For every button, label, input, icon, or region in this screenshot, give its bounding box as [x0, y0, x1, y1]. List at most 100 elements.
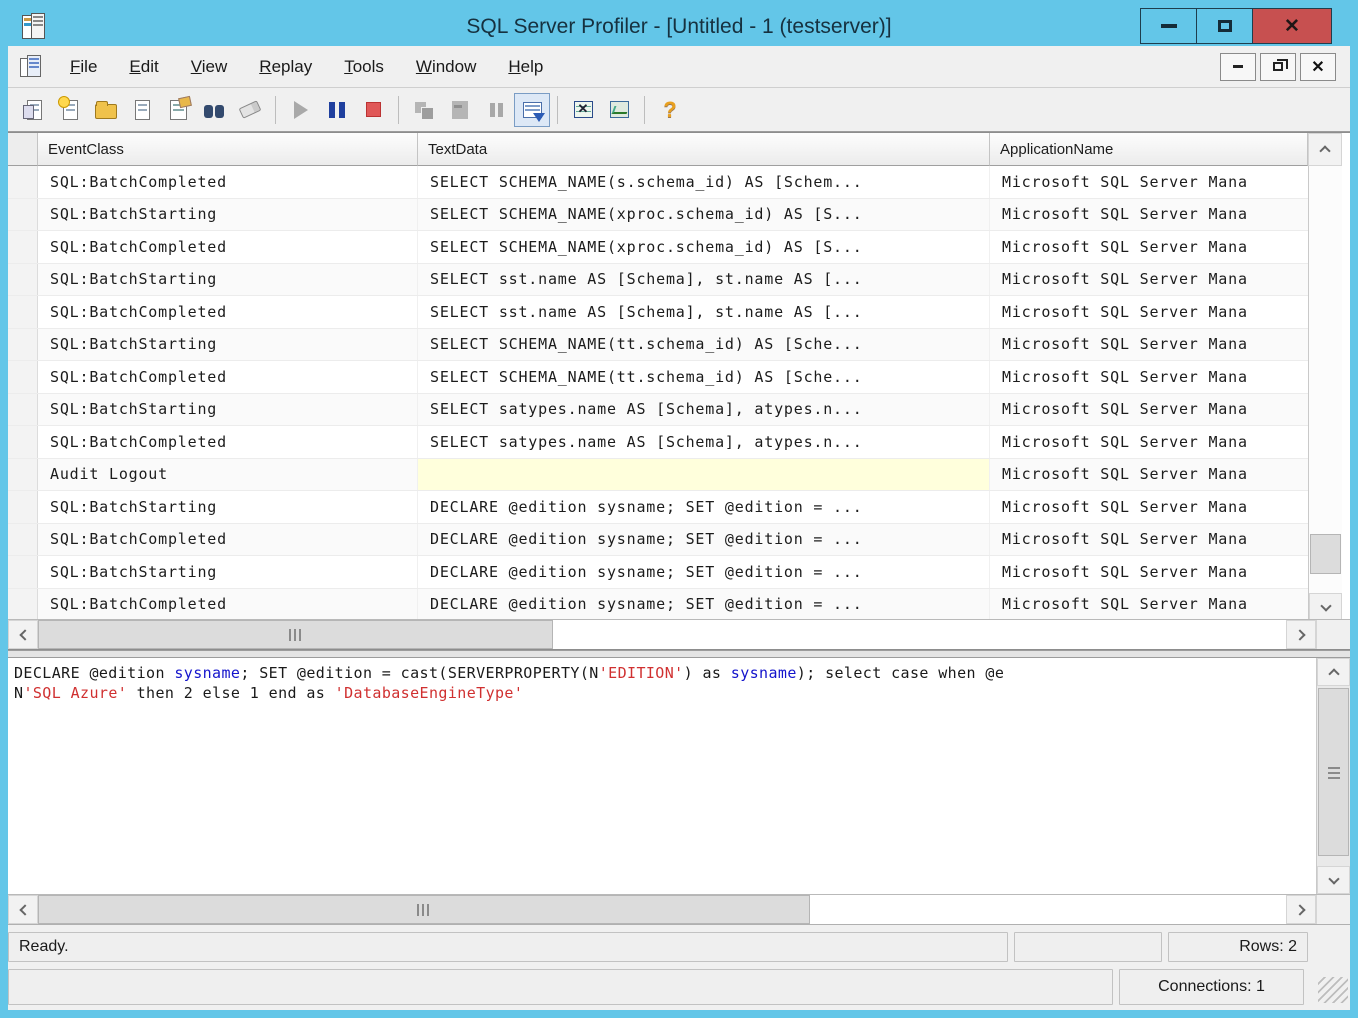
child-restore-button[interactable] — [1260, 53, 1296, 81]
detail-hscroll-left-button[interactable] — [8, 895, 38, 924]
table-row[interactable]: SQL:BatchCompletedDECLARE @edition sysna… — [8, 524, 1308, 557]
detail-hscroll-thumb[interactable] — [38, 895, 810, 924]
column-header-applicationname[interactable]: ApplicationName — [990, 133, 1308, 166]
detail-hscroll-track[interactable] — [810, 895, 1286, 924]
toggle-breakpoint-button[interactable] — [478, 93, 514, 127]
grid-hscroll-track[interactable] — [553, 620, 1286, 649]
chevron-up-icon — [1328, 668, 1339, 679]
table-row[interactable]: SQL:BatchCompletedDECLARE @edition sysna… — [8, 589, 1308, 620]
table-row[interactable]: SQL:BatchCompletedSELECT sst.name AS [Sc… — [8, 296, 1308, 329]
menu-item-file[interactable]: File — [58, 51, 109, 83]
chevron-right-icon — [1294, 629, 1305, 640]
trace-properties-button[interactable] — [160, 93, 196, 127]
cell-textdata: DECLARE @edition sysname; SET @edition =… — [418, 556, 990, 588]
table-row[interactable]: Audit LogoutMicrosoft SQL Server Mana — [8, 459, 1308, 492]
cell-textdata: SELECT sst.name AS [Schema], st.name AS … — [418, 296, 990, 328]
help-button[interactable]: ? — [652, 93, 688, 127]
child-close-button[interactable]: ✕ — [1300, 53, 1336, 81]
run-to-cursor-button[interactable] — [442, 93, 478, 127]
cell-applicationname: Microsoft SQL Server Mana — [990, 394, 1308, 426]
rows-count-panel: Rows: 2 — [1168, 932, 1308, 962]
scrollbar-grip — [289, 629, 303, 641]
row-selector — [8, 296, 38, 328]
table-row[interactable]: SQL:BatchCompletedSELECT SCHEMA_NAME(s.s… — [8, 166, 1308, 199]
menu-item-replay[interactable]: Replay — [247, 51, 324, 83]
maximize-button[interactable] — [1196, 8, 1253, 44]
open-folder-button[interactable] — [88, 93, 124, 127]
grid-hscroll-thumb[interactable] — [38, 620, 553, 649]
grid-vertical-scrollbar[interactable] — [1308, 166, 1342, 619]
child-minimize-button[interactable] — [1220, 53, 1256, 81]
open-trace-table-button[interactable] — [16, 93, 52, 127]
table-row[interactable]: SQL:BatchStartingDECLARE @edition sysnam… — [8, 556, 1308, 589]
menu-item-window[interactable]: Window — [404, 51, 488, 83]
detail-vscroll-up-button[interactable] — [1317, 658, 1350, 686]
resize-grip[interactable] — [1318, 977, 1348, 1003]
detail-horizontal-scrollbar[interactable] — [8, 894, 1350, 924]
start-trace-icon — [294, 101, 308, 119]
pane-splitter[interactable] — [8, 650, 1350, 658]
row-selector-header — [8, 133, 38, 166]
row-selector — [8, 199, 38, 231]
detail-vscroll-track[interactable] — [1317, 686, 1350, 866]
row-selector — [8, 264, 38, 296]
detail-hscroll-right-button[interactable] — [1286, 895, 1316, 924]
stop-trace-button[interactable] — [355, 93, 391, 127]
column-header-textdata[interactable]: TextData — [418, 133, 990, 166]
cell-applicationname: Microsoft SQL Server Mana — [990, 361, 1308, 393]
column-header-eventclass[interactable]: EventClass — [38, 133, 418, 166]
sql-text-segment: 'DatabaseEngineType' — [335, 684, 524, 702]
cell-applicationname: Microsoft SQL Server Mana — [990, 166, 1308, 198]
auto-scroll-button[interactable] — [514, 93, 550, 127]
grid-hscroll-left-button[interactable] — [8, 620, 38, 649]
grid-vscroll-thumb[interactable] — [1310, 534, 1341, 574]
table-row[interactable]: SQL:BatchStartingSELECT SCHEMA_NAME(tt.s… — [8, 329, 1308, 362]
grid-horizontal-scrollbar[interactable] — [8, 619, 1350, 649]
auto-scroll-icon — [523, 102, 542, 118]
close-icon: ✕ — [1284, 15, 1300, 38]
find-button[interactable] — [196, 93, 232, 127]
row-selector — [8, 524, 38, 556]
aggregated-view-button[interactable] — [601, 93, 637, 127]
cell-applicationname: Microsoft SQL Server Mana — [990, 426, 1308, 458]
table-row[interactable]: SQL:BatchStartingSELECT satypes.name AS … — [8, 394, 1308, 427]
start-trace-button[interactable] — [283, 93, 319, 127]
toolbar-separator — [557, 96, 558, 124]
cell-eventclass: SQL:BatchStarting — [38, 394, 418, 426]
table-row[interactable]: SQL:BatchCompletedSELECT SCHEMA_NAME(tt.… — [8, 361, 1308, 394]
sql-text-view[interactable]: DECLARE @edition sysname; SET @edition =… — [8, 658, 1316, 894]
table-row[interactable]: SQL:BatchCompletedSELECT satypes.name AS… — [8, 426, 1308, 459]
table-row[interactable]: SQL:BatchStartingSELECT SCHEMA_NAME(xpro… — [8, 199, 1308, 232]
execute-one-step-button[interactable] — [406, 93, 442, 127]
menu-item-help[interactable]: Help — [496, 51, 555, 83]
rows-count: Rows: 2 — [1239, 938, 1297, 956]
grid-vscroll-track[interactable] — [1309, 166, 1342, 593]
pause-trace-button[interactable] — [319, 93, 355, 127]
detail-vscroll-thumb[interactable] — [1318, 688, 1349, 856]
table-row[interactable]: SQL:BatchCompletedSELECT SCHEMA_NAME(xpr… — [8, 231, 1308, 264]
minimize-button[interactable] — [1140, 8, 1197, 44]
run-to-cursor-icon — [452, 101, 468, 119]
detail-vscroll-down-button[interactable] — [1317, 866, 1350, 894]
grouped-view-button[interactable] — [565, 93, 601, 127]
detail-vertical-scrollbar[interactable] — [1316, 658, 1350, 894]
cell-applicationname: Microsoft SQL Server Mana — [990, 199, 1308, 231]
grid-hscroll-right-button[interactable] — [1286, 620, 1316, 649]
connections-panel: Connections: 1 — [1119, 969, 1304, 1005]
chevron-down-icon — [1328, 873, 1339, 884]
table-row[interactable]: SQL:BatchStartingDECLARE @edition sysnam… — [8, 491, 1308, 524]
menu-item-tools[interactable]: Tools — [332, 51, 396, 83]
chevron-down-icon — [1320, 600, 1331, 611]
new-trace-button[interactable] — [52, 93, 88, 127]
status-bar: Ready. Rows: 2 — [8, 932, 1350, 962]
menu-item-view[interactable]: View — [179, 51, 240, 83]
grid-vscroll-down-button[interactable] — [1309, 593, 1342, 619]
menu-item-edit[interactable]: Edit — [117, 51, 170, 83]
save-trace-button[interactable] — [124, 93, 160, 127]
clear-trace-button[interactable] — [232, 93, 268, 127]
close-button[interactable]: ✕ — [1252, 8, 1332, 44]
table-row[interactable]: SQL:BatchStartingSELECT sst.name AS [Sch… — [8, 264, 1308, 297]
window-controls: ✕ — [1141, 8, 1332, 44]
toolbar-separator — [398, 96, 399, 124]
grid-vscroll-up-button[interactable] — [1308, 133, 1342, 166]
